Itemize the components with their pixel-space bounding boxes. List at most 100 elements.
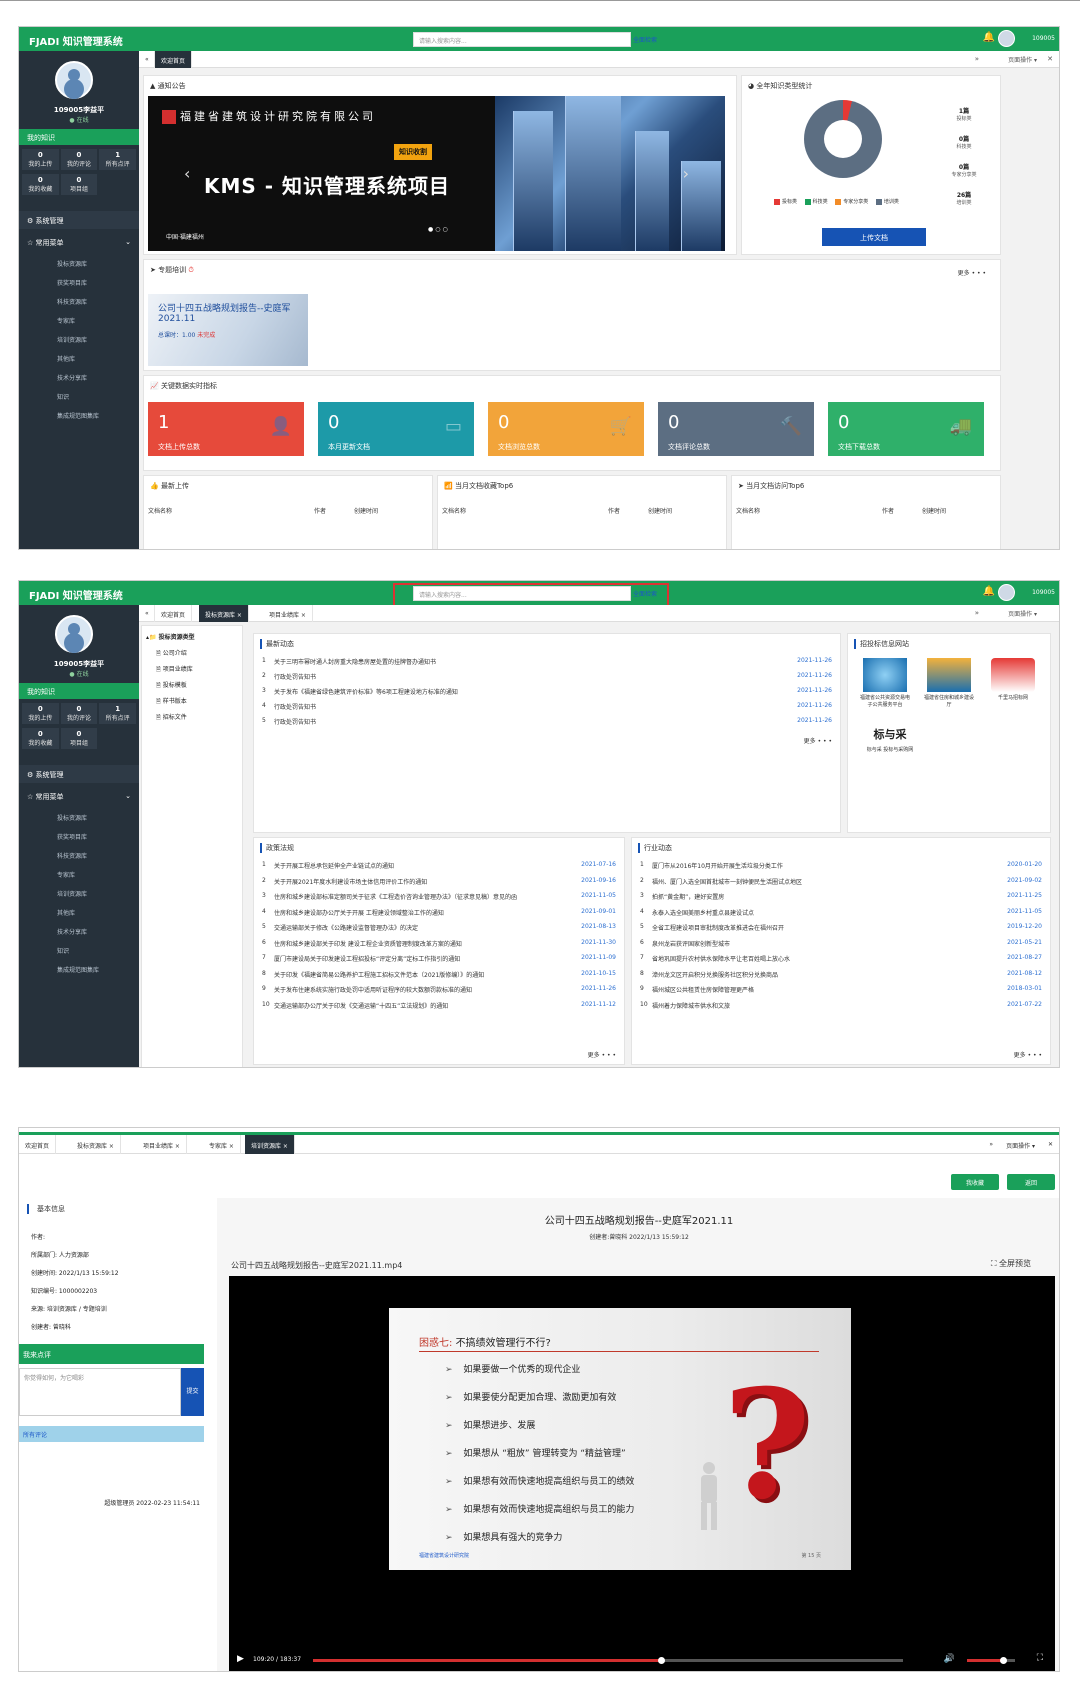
list-item-title[interactable]: 关于印发《福建省简易公路养护工程施工招标文件范本（2021版修编）》的通知 bbox=[274, 970, 484, 979]
list-item-title[interactable]: 省地巩固提升农村供水保障水平让老百姓喝上放心水 bbox=[652, 954, 790, 963]
sidebar-item[interactable]: 投标资源库 bbox=[19, 253, 139, 272]
fullscreen-icon[interactable]: ⛶ bbox=[1037, 1653, 1043, 1663]
list-item[interactable]: 3 拍抓“黄金期”，建好安置房 2021-11-25 bbox=[640, 889, 1042, 904]
sidebar-item[interactable]: 知识 bbox=[19, 940, 139, 959]
comment-input[interactable]: 你觉得如何，为它喝彩 bbox=[19, 1368, 181, 1416]
list-item-title[interactable]: 住房和城乡建设部关于印发 建设工程企业资质管理制度改革方案的通知 bbox=[274, 939, 462, 948]
sidebar-item[interactable]: 专家库 bbox=[19, 864, 139, 883]
tree-item[interactable]: 🗎 项目业绩库 bbox=[156, 664, 193, 675]
kpi-upload-total[interactable]: 1 文档上传总数 👤 bbox=[148, 402, 304, 456]
user-id[interactable]: 109005 bbox=[1032, 35, 1055, 42]
tab-scroll-left[interactable]: « bbox=[139, 605, 155, 622]
stat-my-comment[interactable]: 0 我的评论 bbox=[60, 149, 98, 170]
kpi-download-total[interactable]: 0 文档下载总数 🚚 bbox=[828, 402, 984, 456]
close-icon[interactable]: ✕ bbox=[1047, 55, 1053, 63]
bell-icon[interactable]: 🔔 bbox=[983, 32, 995, 43]
tab-project-library[interactable]: 项目业绩库 × bbox=[137, 1135, 187, 1154]
list-item[interactable]: 1 厦门市从2016年10月开始开展生活垃圾分类工作 2020-01-20 bbox=[640, 858, 1042, 873]
list-item[interactable]: 7 省地巩固提升农村供水保障水平让老百姓喝上放心水 2021-08-27 bbox=[640, 951, 1042, 966]
tab-scroll-right[interactable]: » bbox=[975, 609, 979, 617]
list-item-title[interactable]: 福州城区公共租赁住房保障管理更严格 bbox=[652, 985, 754, 994]
stat-project[interactable]: 0 项目组 bbox=[60, 728, 98, 749]
list-item-title[interactable]: 厦门市建设局关于印发建设工程招投标“评定分离”定标工作指引的通知 bbox=[274, 954, 460, 963]
tree-item[interactable]: 🗎 公司介绍 bbox=[156, 648, 187, 659]
list-item[interactable]: 2 关于开展2021年度水利建设市场主体信用评价工作的通知 2021-09-16 bbox=[262, 874, 616, 889]
search-input[interactable]: 请输入搜索内容... bbox=[413, 32, 631, 47]
tab-scroll-right[interactable]: » bbox=[975, 55, 979, 63]
sidebar-item[interactable]: 集成规范图集库 bbox=[19, 405, 139, 424]
sidebar-item[interactable]: 集成规范图集库 bbox=[19, 959, 139, 978]
list-item-title[interactable]: 关于开展工程总承包延伸全产业链试点的通知 bbox=[274, 861, 394, 870]
page-ops-dropdown[interactable]: 页面操作 ▾ bbox=[1000, 1135, 1041, 1154]
sidebar-item[interactable]: 投标资源库 bbox=[19, 807, 139, 826]
my-knowledge-header[interactable]: 我的知识 bbox=[19, 129, 139, 145]
carousel-next-icon[interactable]: › bbox=[683, 164, 689, 183]
list-item[interactable]: 5 交通运输部关于修改《公路建设监督管理办法》的决定 2021-08-13 bbox=[262, 920, 616, 935]
sidebar-item[interactable]: 科技资源库 bbox=[19, 291, 139, 310]
video-progress[interactable] bbox=[313, 1657, 903, 1664]
stat-all-review[interactable]: 1 所有点评 bbox=[99, 149, 136, 170]
sidebar-item[interactable]: 其他库 bbox=[19, 902, 139, 921]
list-item[interactable]: 3 住房和城乡建设部标准定额司关于征求《工程造价咨询业管理办法》（征求意见稿）意见… bbox=[262, 889, 616, 904]
tab-bid-library[interactable]: 投标资源库 × bbox=[199, 605, 249, 622]
kpi-browse-total[interactable]: 0 文档浏览总数 🛒 bbox=[488, 402, 644, 456]
close-icon[interactable]: ✕ bbox=[1042, 1135, 1059, 1154]
list-item-title[interactable]: 交通运输部办公厅关于印发《交通运输“十四五”立法规划》的通知 bbox=[274, 1001, 448, 1010]
list-item-title[interactable]: 交通运输部关于修改《公路建设监督管理办法》的决定 bbox=[274, 923, 418, 932]
stat-my-upload[interactable]: 0 我的上传 bbox=[22, 149, 59, 170]
bell-icon[interactable]: 🔔 bbox=[983, 586, 995, 597]
list-item-title[interactable]: 关于三明市幂时通人封房重大隐患房屋处置的挂牌督办通知书 bbox=[274, 657, 436, 666]
list-item[interactable]: 10 交通运输部办公厅关于印发《交通运输“十四五”立法规划》的通知 2021-11-… bbox=[262, 998, 616, 1013]
menu-common[interactable]: ☆ 常用菜单 ⌄ bbox=[19, 233, 139, 251]
list-item-title[interactable]: 住房和城乡建设部办公厅关于开展 工程建设领域整治工作的通知 bbox=[274, 908, 444, 917]
list-item[interactable]: 2 福州、厦门入选全国首批城市一刻钟便民生活圈试点地区 2021-09-02 bbox=[640, 874, 1042, 889]
page-ops-dropdown[interactable]: 页面操作 ▾ bbox=[1008, 55, 1037, 64]
sidebar-item[interactable]: 培训资源库 bbox=[19, 329, 139, 348]
list-item[interactable]: 2 行政处罚告知书 2021-11-26 bbox=[262, 669, 832, 684]
list-item[interactable]: 4 住房和城乡建设部办公厅关于开展 工程建设领域整治工作的通知 2021-09-01 bbox=[262, 905, 616, 920]
list-item-title[interactable]: 全省工程建设项目审批制度改革推进会在福州召开 bbox=[652, 923, 784, 932]
list-item[interactable]: 5 行政处罚告知书 2021-11-26 bbox=[262, 714, 832, 729]
volume-slider[interactable] bbox=[967, 1657, 1015, 1664]
stat-my-fav[interactable]: 0 我的收藏 bbox=[22, 728, 59, 749]
upload-doc-button[interactable]: 上传文档 bbox=[822, 228, 926, 246]
tree-item[interactable]: 🗎 投标模板 bbox=[156, 680, 187, 691]
volume-icon[interactable]: 🔊 bbox=[944, 1654, 955, 1664]
list-item[interactable]: 4 行政处罚告知书 2021-11-26 bbox=[262, 699, 832, 714]
site-link-qianlima[interactable]: 千里马招标网 bbox=[988, 658, 1038, 701]
progress-handle[interactable] bbox=[658, 1657, 666, 1664]
full-search-link[interactable]: 全面检索 bbox=[633, 35, 657, 44]
sidebar-item[interactable]: 知识 bbox=[19, 386, 139, 405]
sidebar-item[interactable]: 技术分享库 bbox=[19, 921, 139, 940]
stat-my-fav[interactable]: 0 我的收藏 bbox=[22, 174, 59, 195]
training-more-link[interactable]: 更多 • • • bbox=[958, 268, 986, 277]
list-item-title[interactable]: 关于发布住建系统实施行政处罚中适用听证程序的较大数额罚款标准的通知 bbox=[274, 985, 472, 994]
carousel-dots[interactable]: ●○○ bbox=[428, 226, 450, 233]
sidebar-item[interactable]: 培训资源库 bbox=[19, 883, 139, 902]
fav-button[interactable]: 我收藏 bbox=[951, 1174, 999, 1190]
list-item-title[interactable]: 厦门市从2016年10月开始开展生活垃圾分类工作 bbox=[652, 861, 783, 870]
list-item[interactable]: 3 关于发布《福建省绿色建筑评价标准》等6项工程建设地方标准的通知 2021-11-… bbox=[262, 684, 832, 699]
volume-handle[interactable] bbox=[1000, 1657, 1007, 1664]
full-preview-button[interactable]: ⛶ 全屏预览 bbox=[991, 1258, 1031, 1269]
list-item-title[interactable]: 关于发布《福建省绿色建筑评价标准》等6项工程建设地方标准的通知 bbox=[274, 687, 458, 696]
sidebar-item[interactable]: 获奖项目库 bbox=[19, 826, 139, 845]
site-link-biaoyucai[interactable]: 标与采 标与采 投标与采购网 bbox=[860, 726, 920, 753]
tab-home[interactable]: 欢迎首页 bbox=[155, 605, 193, 622]
list-item-title[interactable]: 永泰入选全国美丽乡村重点县建设试点 bbox=[652, 908, 754, 917]
tab-home[interactable]: 欢迎首页 bbox=[155, 51, 193, 68]
sidebar-item[interactable]: 技术分享库 bbox=[19, 367, 139, 386]
list-item[interactable]: 6 住房和城乡建设部关于印发 建设工程企业资质管理制度改革方案的通知 2021-11… bbox=[262, 936, 616, 951]
list-item[interactable]: 8 漳州龙文区开启积分兑换服务社区积分兑换商品 2021-08-12 bbox=[640, 967, 1042, 982]
kpi-comment-total[interactable]: 0 文档评论总数 🔨 bbox=[658, 402, 814, 456]
menu-common[interactable]: ☆ 常用菜单 ⌄ bbox=[19, 787, 139, 805]
industry-more-link[interactable]: 更多 • • • bbox=[1014, 1050, 1042, 1059]
list-item-title[interactable]: 拍抓“黄金期”，建好安置房 bbox=[652, 892, 724, 901]
user-id[interactable]: 109005 bbox=[1032, 589, 1055, 596]
latest-more-link[interactable]: 更多 • • • bbox=[804, 736, 832, 745]
tree-root[interactable]: ▴📁 投标资源类型 bbox=[146, 632, 195, 641]
list-item[interactable]: 1 关于开展工程总承包延伸全产业链试点的通知 2021-07-16 bbox=[262, 858, 616, 873]
stat-my-comment[interactable]: 0 我的评论 bbox=[60, 703, 98, 724]
video-player[interactable]: 困惑七: 不搞绩效管理行不行? 如果要做一个优秀的现代企业 如果要使分配更加合理… bbox=[229, 1276, 1055, 1671]
list-item-title[interactable]: 福州着力保障城市供水和文旅 bbox=[652, 1001, 730, 1010]
